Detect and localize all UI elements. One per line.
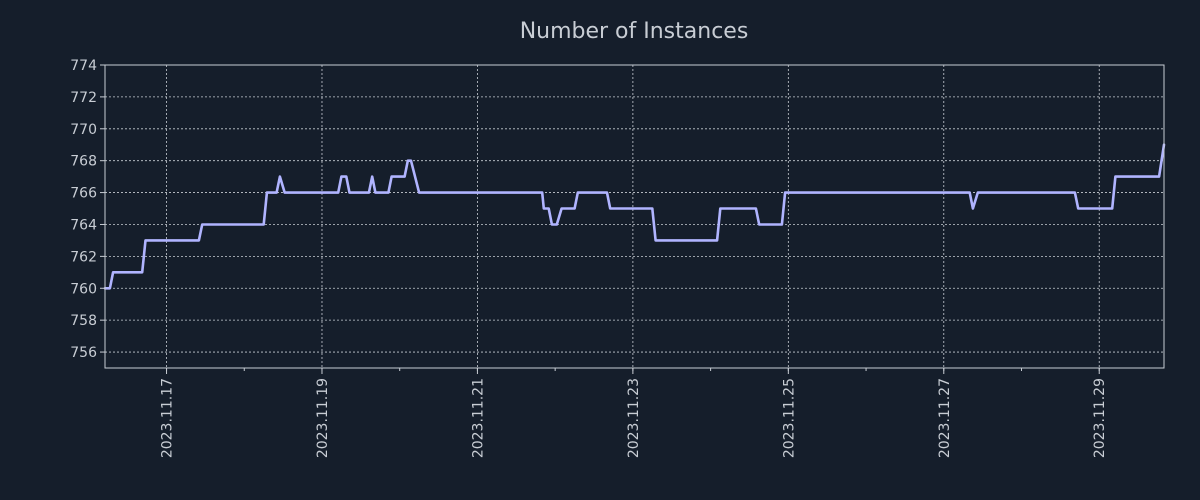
x-tick-label: 2023.11.17 <box>160 378 176 458</box>
y-tick-label: 768 <box>70 154 97 170</box>
x-axis: 2023.11.17 2023.11.19 2023.11.21 2023.11.23… <box>160 368 1108 458</box>
y-tick-label: 764 <box>70 217 97 233</box>
y-tick-label: 770 <box>70 122 97 138</box>
series-line <box>103 143 1166 290</box>
y-tick-label: 774 <box>70 58 97 74</box>
y-tick-label: 758 <box>70 313 97 329</box>
chart-title: Number of Instances <box>520 19 749 44</box>
x-tick-label: 2023.11.23 <box>626 378 642 458</box>
x-tick-label: 2023.11.29 <box>1092 378 1108 458</box>
series-layer <box>103 143 1166 290</box>
x-tick-label: 2023.11.25 <box>781 378 797 458</box>
y-tick-label: 766 <box>70 186 97 202</box>
x-tick-label: 2023.11.21 <box>470 378 486 458</box>
x-tick-label: 2023.11.27 <box>937 378 953 458</box>
y-tick-label: 772 <box>70 90 97 106</box>
y-tick-label: 760 <box>70 281 97 297</box>
x-tick-label: 2023.11.19 <box>315 378 331 458</box>
instances-line-chart: Number of Instances 756 758 760 762 764 766 76… <box>70 19 1166 458</box>
y-tick-label: 756 <box>70 345 97 361</box>
y-axis: 756 758 760 762 764 766 768 770 772 774 <box>70 58 105 361</box>
y-tick-label: 762 <box>70 249 97 265</box>
